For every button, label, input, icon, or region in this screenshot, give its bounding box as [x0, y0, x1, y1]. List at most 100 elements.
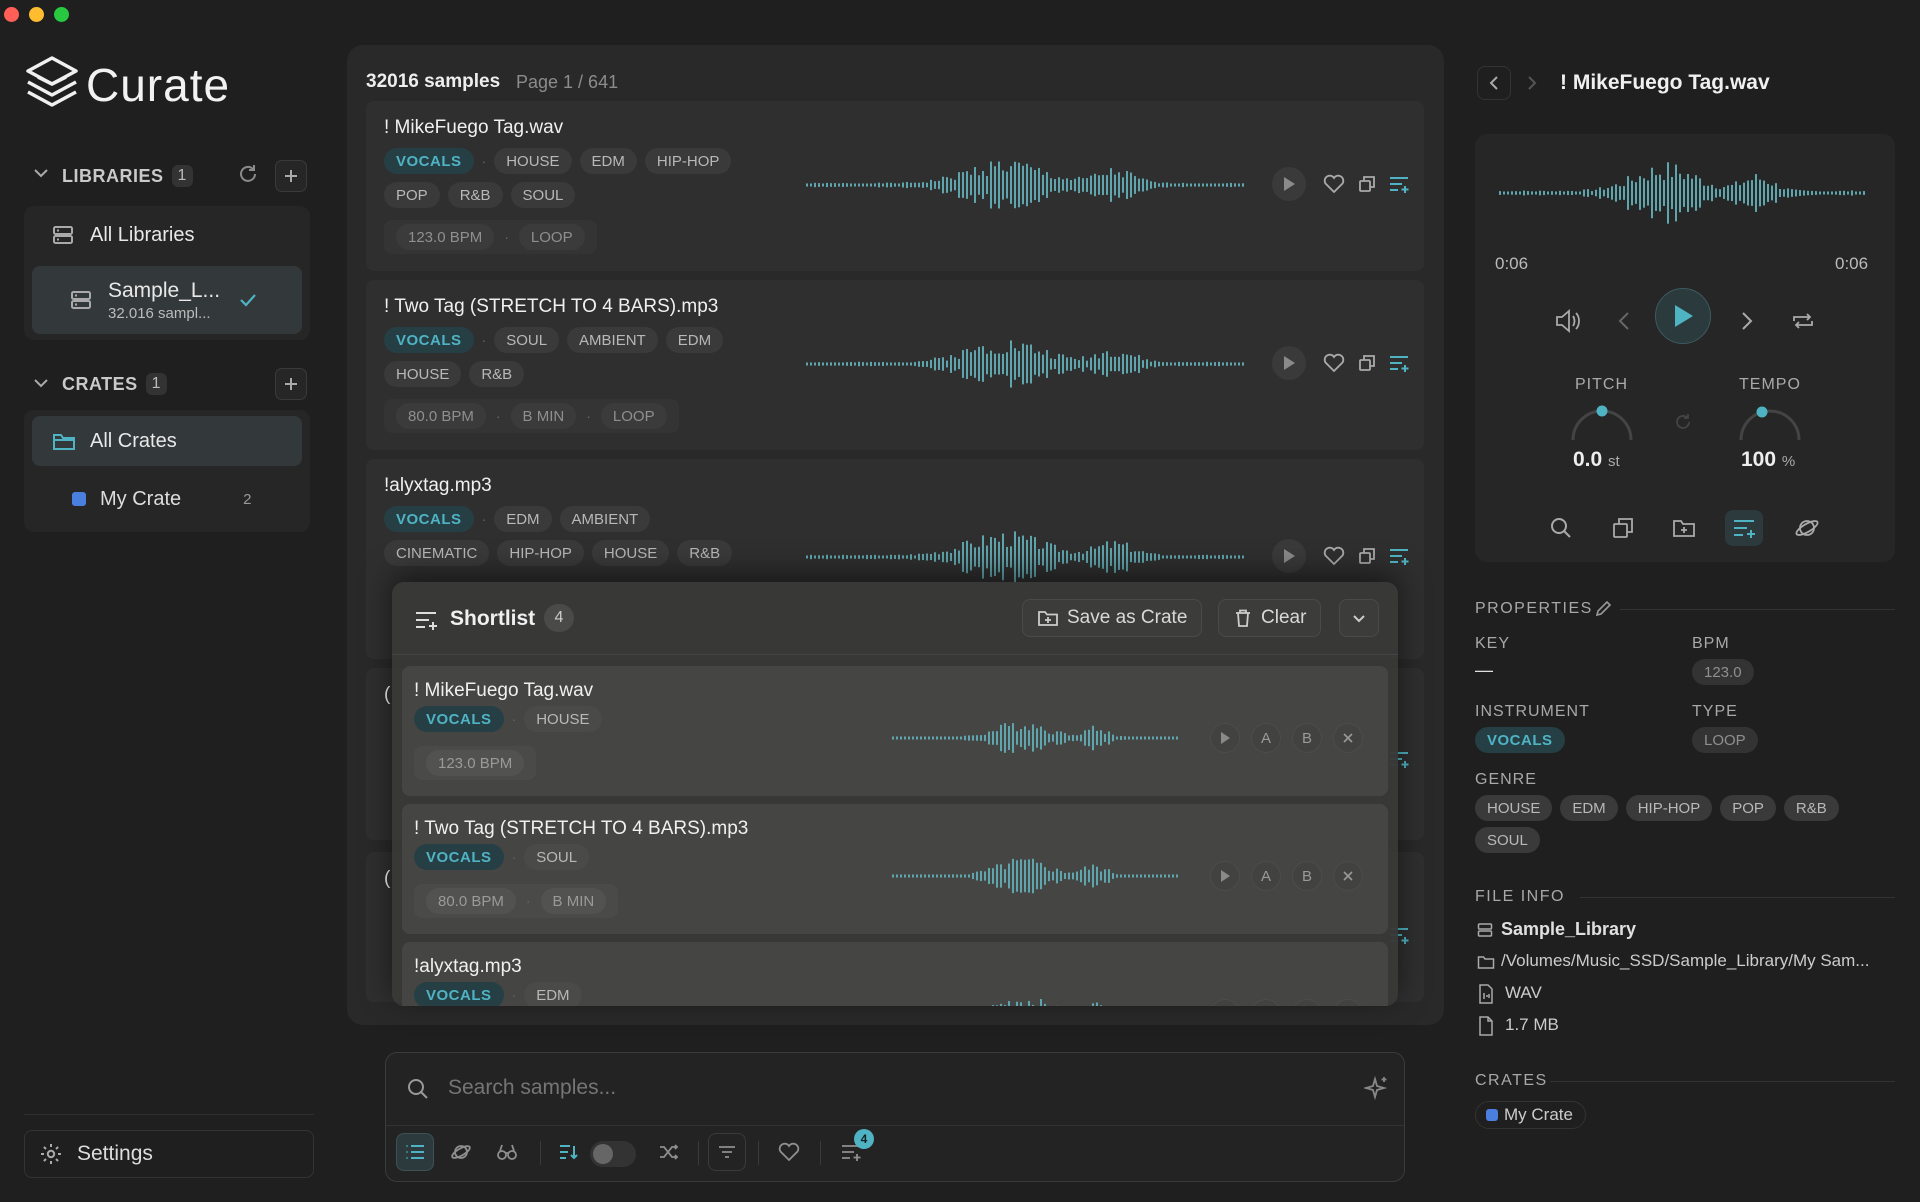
search-similar-icon[interactable] [1547, 514, 1575, 542]
pitch-knob[interactable] [1569, 404, 1635, 444]
copy-icon[interactable] [1609, 514, 1637, 542]
remove-button[interactable] [1333, 999, 1363, 1006]
file-path[interactable]: /Volumes/Music_SSD/Sample_Library/My Sam… [1501, 951, 1869, 971]
genre-tag[interactable]: HOUSE [524, 706, 602, 732]
waveform[interactable] [806, 336, 1246, 392]
set-b-button[interactable]: B [1292, 723, 1322, 753]
crate-chip[interactable]: My Crate [1475, 1101, 1586, 1129]
genre-tag[interactable]: HOUSE [591, 540, 670, 566]
genre-tag[interactable]: SOUL [510, 182, 576, 208]
shortlist-item[interactable]: ! Two Tag (STRETCH TO 4 BARS).mp3 VOCALS… [402, 804, 1388, 934]
instrument-value[interactable]: VOCALS [1475, 727, 1565, 753]
shortlist-toggle-button[interactable]: 4 [832, 1129, 874, 1171]
close-window-button[interactable] [4, 7, 19, 22]
play-pause-button[interactable] [1655, 288, 1711, 344]
search-input[interactable] [448, 1067, 1328, 1109]
genre-tag[interactable]: POP [384, 182, 440, 208]
genre-tag[interactable]: AMBIENT [559, 506, 651, 532]
instrument-tag[interactable]: VOCALS [384, 506, 474, 532]
duplicates-button[interactable] [488, 1133, 526, 1171]
waveform[interactable] [892, 856, 1182, 896]
shortlist-item[interactable]: !alyxtag.mp3 VOCALS · EDM A B [402, 942, 1388, 1006]
genre-tag[interactable]: EDM [494, 506, 552, 532]
set-a-button[interactable]: A [1251, 861, 1281, 891]
genre-tag[interactable]: HIP-HOP [1625, 795, 1713, 821]
instrument-tag[interactable]: VOCALS [384, 327, 474, 353]
instrument-tag[interactable]: VOCALS [414, 982, 504, 1006]
genre-tag[interactable]: HIP-HOP [644, 148, 732, 174]
waveform[interactable] [892, 994, 1182, 1006]
filter-button[interactable] [708, 1133, 746, 1171]
remove-button[interactable] [1333, 861, 1363, 891]
refresh-icon[interactable] [236, 162, 260, 186]
instrument-tag[interactable]: VOCALS [414, 844, 504, 870]
genre-tag[interactable]: R&B [469, 361, 525, 387]
sample-card[interactable]: ! Two Tag (STRETCH TO 4 BARS).mp3 VOCALS… [366, 280, 1424, 450]
add-to-shortlist-icon[interactable] [1388, 547, 1410, 565]
all-crates-item[interactable]: All Crates [32, 416, 302, 466]
crate-item-my-crate[interactable]: My Crate 2 [32, 476, 302, 522]
play-button[interactable] [1210, 999, 1240, 1006]
instrument-tag[interactable]: VOCALS [384, 148, 474, 174]
set-a-button[interactable]: A [1251, 999, 1281, 1006]
genre-tag[interactable]: SOUL [1475, 827, 1540, 853]
genre-tag[interactable]: AMBIENT [567, 327, 658, 353]
back-button[interactable] [1477, 66, 1511, 100]
play-button[interactable] [1210, 861, 1240, 891]
add-crate-button[interactable] [275, 368, 307, 400]
list-view-button[interactable] [396, 1133, 434, 1171]
genre-tag[interactable]: CINEMATIC [384, 540, 490, 566]
play-button[interactable] [1210, 723, 1240, 753]
sort-button[interactable] [549, 1133, 587, 1171]
genre-tag[interactable]: SOUL [494, 327, 560, 353]
genre-tag[interactable]: HOUSE [494, 148, 572, 174]
genre-tag[interactable]: EDM [1560, 795, 1618, 821]
copy-icon[interactable] [1357, 175, 1377, 193]
sample-card[interactable]: ! MikeFuego Tag.wav VOCALS · HOUSE EDM H… [366, 101, 1424, 271]
detail-waveform[interactable] [1499, 160, 1869, 226]
save-as-crate-button[interactable]: Save as Crate [1022, 599, 1203, 637]
genre-tag[interactable]: HOUSE [1475, 795, 1553, 821]
set-a-button[interactable]: A [1251, 723, 1281, 753]
genre-tag[interactable]: HIP-HOP [497, 540, 584, 566]
copy-icon[interactable] [1357, 354, 1377, 372]
tempo-knob[interactable] [1737, 404, 1803, 444]
crates-collapse-icon[interactable] [32, 374, 50, 392]
minimize-window-button[interactable] [29, 7, 44, 22]
edit-icon[interactable] [1594, 600, 1612, 618]
forward-button[interactable] [1515, 66, 1549, 100]
genre-tag[interactable]: R&B [447, 182, 503, 208]
instrument-tag[interactable]: VOCALS [414, 706, 504, 732]
heart-icon[interactable] [1322, 545, 1346, 567]
play-button[interactable] [1272, 346, 1306, 380]
copy-icon[interactable] [1357, 547, 1377, 565]
add-library-button[interactable] [275, 160, 307, 192]
reset-icon[interactable] [1673, 412, 1693, 432]
waveform[interactable] [806, 157, 1246, 213]
similar-button[interactable] [442, 1133, 480, 1171]
shortlist-icon[interactable] [1725, 510, 1763, 546]
all-libraries-item[interactable]: All Libraries [32, 212, 302, 258]
sparkle-icon[interactable] [1362, 1075, 1390, 1101]
sort-toggle[interactable] [590, 1141, 636, 1167]
next-icon[interactable] [1735, 306, 1759, 336]
add-to-shortlist-icon[interactable] [1388, 354, 1410, 372]
set-b-button[interactable]: B [1292, 861, 1322, 891]
shuffle-button[interactable] [650, 1133, 688, 1171]
waveform[interactable] [806, 529, 1246, 585]
genre-tag[interactable]: EDM [524, 982, 582, 1006]
add-to-crate-icon[interactable] [1670, 514, 1698, 542]
play-button[interactable] [1272, 167, 1306, 201]
settings-button[interactable]: Settings [24, 1130, 314, 1178]
libraries-collapse-icon[interactable] [32, 164, 50, 182]
genre-tag[interactable]: R&B [677, 540, 733, 566]
waveform[interactable] [892, 718, 1182, 758]
zoom-window-button[interactable] [54, 7, 69, 22]
loop-icon[interactable] [1788, 306, 1818, 336]
genre-tag[interactable]: HOUSE [384, 361, 462, 387]
add-to-shortlist-icon[interactable] [1388, 175, 1410, 193]
file-library[interactable]: Sample_Library [1501, 919, 1636, 940]
volume-icon[interactable] [1553, 306, 1583, 336]
similar-planet-icon[interactable] [1793, 514, 1821, 542]
play-button[interactable] [1272, 539, 1306, 573]
